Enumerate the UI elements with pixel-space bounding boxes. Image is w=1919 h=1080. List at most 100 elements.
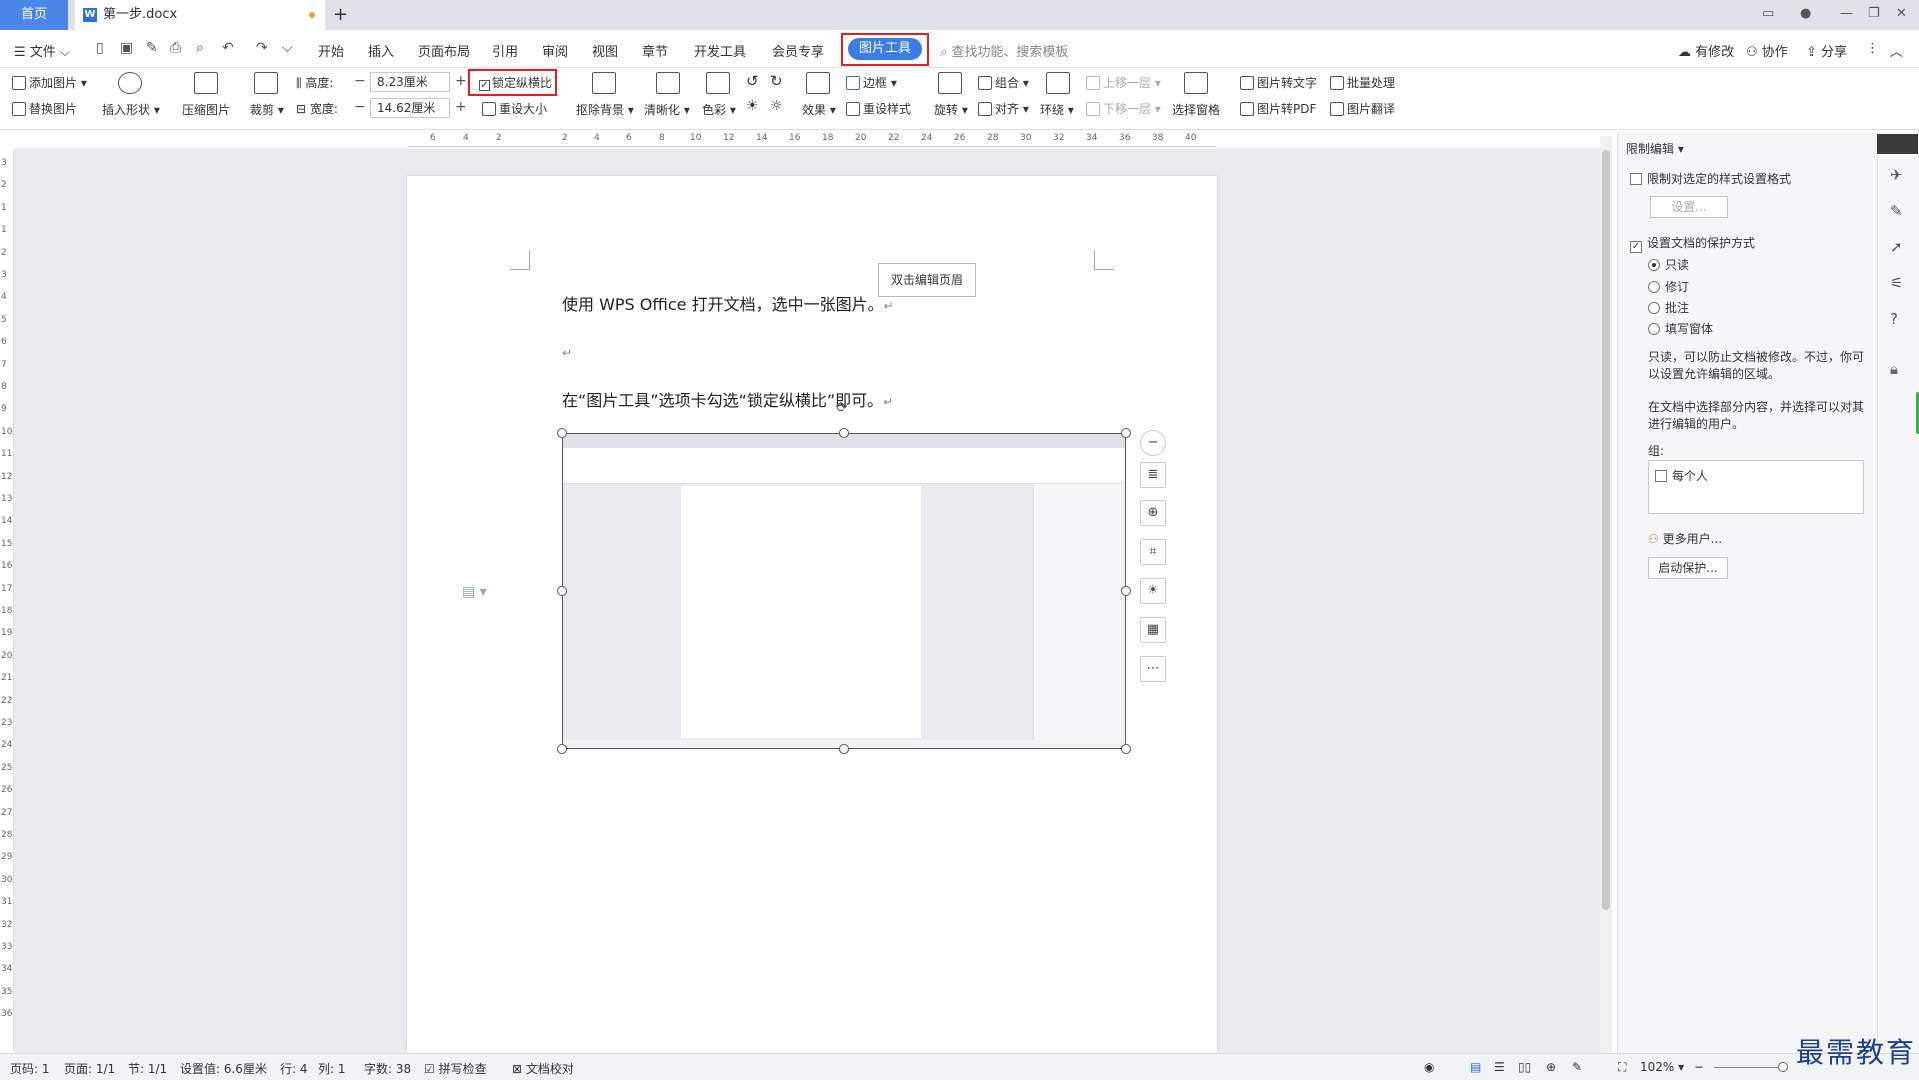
- eye-protection-icon[interactable]: ◉: [1424, 1060, 1434, 1074]
- compress-image-button[interactable]: 压缩图片: [182, 101, 230, 118]
- print-preview-icon[interactable]: ⌕: [196, 40, 204, 56]
- radio-revision[interactable]: 修订: [1648, 278, 1689, 295]
- lock-icon[interactable]: 🔒︎: [1890, 360, 1898, 378]
- rotate-handle-icon[interactable]: ⟳: [836, 400, 848, 416]
- brightness-up-icon[interactable]: ☀: [746, 98, 759, 114]
- resize-handle[interactable]: [1121, 744, 1131, 754]
- paragraph-1[interactable]: 使用 WPS Office 打开文档，选中一张图片。↵: [562, 291, 894, 315]
- outline-view-icon[interactable]: ☰: [1494, 1060, 1505, 1074]
- paragraph-layout-icon[interactable]: ▤ ▾: [462, 584, 487, 600]
- read-view-icon[interactable]: ▯▯: [1518, 1060, 1531, 1074]
- more-users-link[interactable]: ⚇ 更多用户...: [1648, 530, 1722, 547]
- image-to-text-tool-icon[interactable]: ▦: [1140, 617, 1166, 643]
- add-image-button[interactable]: 添加图片 ▾: [12, 74, 87, 91]
- wrap-button[interactable]: 环绕 ▾: [1040, 101, 1074, 118]
- panel-title[interactable]: 限制编辑 ▾: [1626, 140, 1684, 157]
- width-decrease-button[interactable]: −: [354, 99, 366, 115]
- batch-process-button[interactable]: 批量处理: [1330, 74, 1395, 91]
- close-icon[interactable]: ✕: [1896, 6, 1907, 21]
- remove-background-button[interactable]: 抠除背景 ▾: [576, 101, 634, 118]
- tab-page-layout[interactable]: 页面布局: [418, 41, 470, 60]
- selected-image[interactable]: [562, 433, 1126, 749]
- pen-icon[interactable]: ✎: [1890, 202, 1903, 220]
- tab-chapter[interactable]: 章节: [642, 41, 668, 60]
- redo-icon[interactable]: ↷: [256, 40, 268, 56]
- tab-insert[interactable]: 插入: [368, 41, 394, 60]
- cursor-icon[interactable]: ➚: [1890, 238, 1903, 256]
- protection-mode-checkbox[interactable]: ✓ 设置文档的保护方式: [1630, 234, 1755, 253]
- share-button[interactable]: ⇪ 分享: [1806, 41, 1847, 60]
- minimize-toolbar-icon[interactable]: −: [1140, 430, 1166, 456]
- insert-shape-button[interactable]: 插入形状 ▾: [102, 101, 160, 118]
- effect-button[interactable]: 效果 ▾: [802, 101, 836, 118]
- fit-page-icon[interactable]: ⛶: [1618, 1060, 1626, 1075]
- radio-form[interactable]: 填写窗体: [1648, 320, 1713, 337]
- sharpen-button[interactable]: 清晰化 ▾: [644, 101, 690, 118]
- group-list[interactable]: 每个人: [1648, 460, 1864, 514]
- resize-handle[interactable]: [839, 428, 849, 438]
- group-button[interactable]: 组合 ▾: [978, 74, 1029, 91]
- everyone-checkbox[interactable]: 每个人: [1655, 467, 1708, 484]
- reset-size-button[interactable]: 重设大小: [482, 100, 547, 117]
- tab-review[interactable]: 审阅: [542, 41, 568, 60]
- tab-member[interactable]: 会员专享: [772, 41, 824, 60]
- resize-handle[interactable]: [1121, 586, 1131, 596]
- collapse-ribbon-icon[interactable]: ︿: [1890, 41, 1903, 60]
- adjust-icon[interactable]: ⚟: [1890, 274, 1903, 292]
- more-icon[interactable]: ⋮: [1866, 41, 1879, 56]
- resize-handle[interactable]: [839, 744, 849, 754]
- vertical-scrollbar[interactable]: [1600, 136, 1612, 1054]
- align-button[interactable]: 对齐 ▾: [978, 100, 1029, 117]
- paragraph-empty[interactable]: ↵: [562, 342, 572, 361]
- height-input[interactable]: 8.23厘米: [370, 72, 450, 92]
- height-decrease-button[interactable]: −: [354, 73, 366, 89]
- more-tools-icon[interactable]: ⋯: [1140, 656, 1166, 682]
- vertical-ruler[interactable]: 3 2 1 1 2 3 4 5 6 7 8 9 10 11 12 13 14 15 16 17 18 19 20 21 22 23…: [0, 150, 14, 1050]
- undo-icon[interactable]: ↶: [222, 40, 234, 56]
- reset-style-button[interactable]: 重设样式: [846, 100, 911, 117]
- layout-options-icon[interactable]: ≣: [1140, 462, 1166, 488]
- resize-handle[interactable]: [1121, 428, 1131, 438]
- avatar[interactable]: ●: [1800, 6, 1811, 21]
- rocket-icon[interactable]: ✈: [1890, 166, 1903, 184]
- tab-developer[interactable]: 开发工具: [694, 41, 746, 60]
- restrict-style-checkbox[interactable]: 限制对选定的样式设置格式: [1630, 170, 1791, 187]
- tab-start[interactable]: 开始: [318, 41, 344, 60]
- format-painter-icon[interactable]: ✎: [146, 40, 158, 56]
- tab-view[interactable]: 视图: [592, 41, 618, 60]
- new-tab-button[interactable]: +: [333, 4, 348, 26]
- rotate-right-icon[interactable]: ↻: [770, 72, 783, 90]
- zoom-level[interactable]: 102% ▾: [1640, 1060, 1684, 1074]
- resize-handle[interactable]: [557, 586, 567, 596]
- collaborate-button[interactable]: ⚇ 协作: [1746, 41, 1788, 60]
- send-backward-button[interactable]: 下移一层 ▾: [1086, 100, 1161, 117]
- search-box[interactable]: ⌕ 查找功能、搜索模板: [940, 41, 1068, 60]
- color-button[interactable]: 色彩 ▾: [702, 101, 736, 118]
- tab-reference[interactable]: 引用: [492, 41, 518, 60]
- bring-forward-button[interactable]: 上移一层 ▾: [1086, 74, 1161, 91]
- zoom-slider[interactable]: [1714, 1067, 1780, 1068]
- home-tab[interactable]: 首页: [0, 0, 68, 30]
- selection-pane-button[interactable]: 选择窗格: [1172, 101, 1220, 118]
- image-to-pdf-button[interactable]: 图片转PDF: [1240, 100, 1316, 117]
- document-tab[interactable]: W 第一步.docx: [75, 0, 325, 30]
- doc-proof-button[interactable]: ⊠ 文档校对: [512, 1060, 574, 1077]
- page-view-icon[interactable]: ▤: [1470, 1060, 1481, 1074]
- crop-button[interactable]: 裁剪 ▾: [250, 101, 284, 118]
- horizontal-ruler[interactable]: 6 4 2 2 4 6 8 10 12 14 16 18 20 22 24 26…: [408, 133, 1216, 147]
- new-doc-icon[interactable]: ▯: [96, 40, 104, 56]
- resize-handle[interactable]: [557, 428, 567, 438]
- width-increase-button[interactable]: +: [455, 99, 467, 115]
- minimize-icon[interactable]: —: [1840, 6, 1853, 21]
- scrollbar-thumb[interactable]: [1602, 150, 1610, 910]
- replace-image-button[interactable]: 替换图片: [12, 100, 77, 117]
- quick-access-more-icon[interactable]: ⌵: [282, 40, 293, 56]
- image-to-text-button[interactable]: 图片转文字: [1240, 74, 1317, 91]
- idea-icon[interactable]: ☀: [1140, 578, 1166, 604]
- image-translate-button[interactable]: 图片翻译: [1330, 100, 1395, 117]
- height-increase-button[interactable]: +: [455, 73, 467, 89]
- start-protection-button[interactable]: 启动保护...: [1648, 557, 1728, 579]
- border-button[interactable]: 边框 ▾: [846, 74, 897, 91]
- radio-comment[interactable]: 批注: [1648, 299, 1689, 316]
- width-input[interactable]: 14.62厘米: [370, 98, 450, 118]
